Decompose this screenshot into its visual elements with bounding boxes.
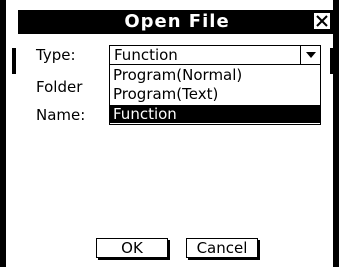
right-window-edge — [330, 48, 334, 74]
open-file-dialog: Open File Type: Folder Name: Function Pr… — [0, 0, 339, 267]
type-label: Type: — [36, 46, 76, 64]
type-select[interactable]: Function — [109, 45, 321, 65]
option-function[interactable]: Function — [110, 105, 320, 123]
ok-button[interactable]: OK — [96, 238, 168, 258]
close-button[interactable] — [314, 13, 330, 29]
cancel-button[interactable]: Cancel — [186, 238, 258, 258]
close-x-icon — [316, 15, 328, 27]
dialog-title: Open File — [124, 11, 230, 32]
folder-label: Folder — [36, 78, 83, 96]
title-bar: Open File — [18, 10, 336, 34]
type-dropdown-list: Program(Normal) Program(Text) Function — [109, 64, 321, 125]
option-program-text[interactable]: Program(Text) — [110, 85, 320, 103]
dropdown-arrow[interactable] — [300, 46, 320, 64]
type-select-value: Function — [114, 46, 178, 64]
name-label: Name: — [36, 106, 86, 124]
left-window-edge — [12, 48, 16, 74]
option-program-normal[interactable]: Program(Normal) — [110, 66, 320, 84]
chevron-down-icon — [306, 52, 316, 58]
